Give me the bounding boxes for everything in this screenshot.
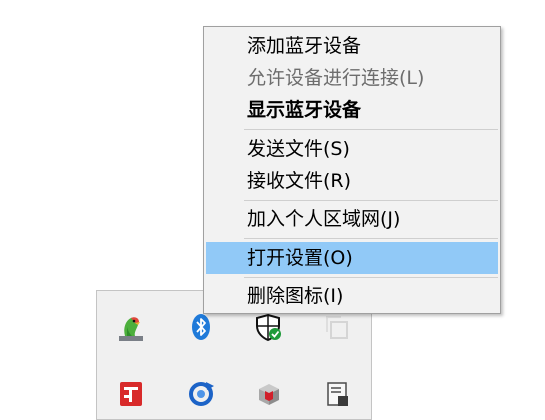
- bluetooth-context-menu: 添加蓝牙设备 允许设备进行连接(L) 显示蓝牙设备 发送文件(S) 接收文件(R…: [203, 26, 501, 314]
- menu-item-label: 删除图标(I): [247, 285, 344, 307]
- bluetooth-icon[interactable]: [185, 311, 217, 343]
- menu-separator: [244, 277, 498, 278]
- menu-item-label: 添加蓝牙设备: [247, 35, 362, 57]
- menu-item-label: 显示蓝牙设备: [247, 99, 362, 121]
- menu-item-allow-device-connect: 允许设备进行连接(L): [206, 62, 498, 94]
- window-outline-icon[interactable]: [321, 311, 353, 343]
- menu-item-add-bluetooth-device[interactable]: 添加蓝牙设备: [206, 30, 498, 62]
- menu-item-remove-icon[interactable]: 删除图标(I): [206, 280, 498, 312]
- menu-separator: [244, 238, 498, 239]
- menu-item-label: 允许设备进行连接(L): [247, 67, 425, 89]
- menu-separator: [244, 129, 498, 130]
- red-app-icon[interactable]: [115, 377, 147, 409]
- menu-item-join-personal-area-network[interactable]: 加入个人区域网(J): [206, 203, 498, 235]
- red-cube-icon[interactable]: [253, 377, 285, 409]
- menu-item-label: 加入个人区域网(J): [247, 208, 401, 230]
- menu-item-receive-file[interactable]: 接收文件(R): [206, 165, 498, 197]
- windows-security-shield-icon[interactable]: [253, 311, 285, 343]
- blue-sync-icon[interactable]: [185, 377, 217, 409]
- parrot-app-icon[interactable]: [115, 311, 147, 343]
- menu-separator: [244, 200, 498, 201]
- menu-item-open-settings[interactable]: 打开设置(O): [206, 242, 498, 274]
- menu-item-label: 发送文件(S): [247, 138, 350, 160]
- menu-item-send-file[interactable]: 发送文件(S): [206, 133, 498, 165]
- document-app-icon[interactable]: [321, 377, 353, 409]
- menu-item-show-bluetooth-devices[interactable]: 显示蓝牙设备: [206, 94, 498, 126]
- menu-item-label: 打开设置(O): [247, 247, 353, 269]
- menu-item-label: 接收文件(R): [247, 170, 352, 192]
